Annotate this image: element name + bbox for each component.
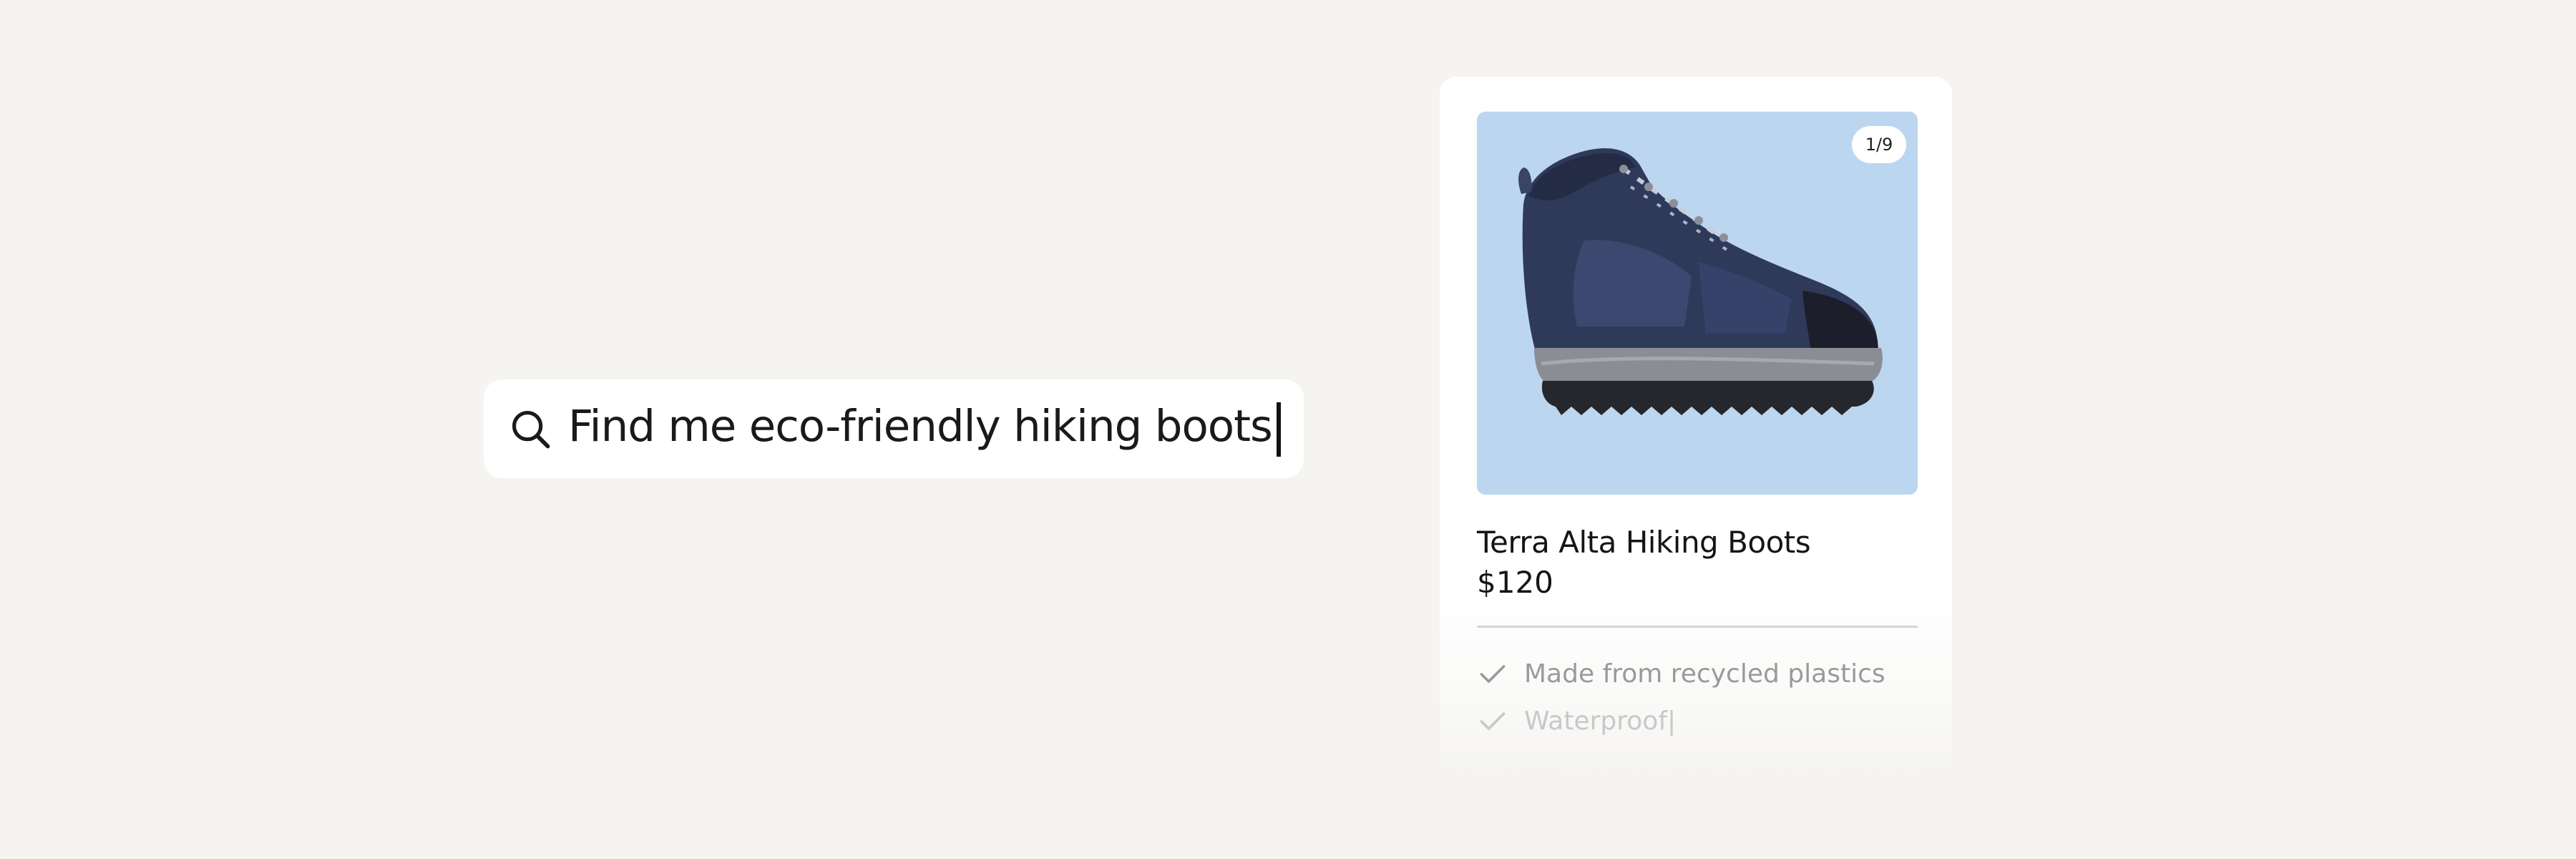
feature-item: Made from recycled plastics [1477, 658, 1885, 689]
feature-label: Made from recycled plastics [1524, 659, 1885, 689]
feature-label: Waterproof| [1524, 706, 1677, 736]
search-input[interactable]: Find me eco-friendly hiking boots [568, 401, 1281, 457]
check-icon [1480, 712, 1506, 730]
product-card[interactable]: 1/9 Terra Alta Hiking Boots $120 Made fr… [1440, 77, 1952, 778]
product-image[interactable]: 1/9 [1477, 112, 1918, 495]
search-bar[interactable]: Find me eco-friendly hiking boots [484, 379, 1304, 478]
product-price: $120 [1477, 565, 1553, 600]
search-icon [512, 410, 550, 449]
feature-item: Waterproof| [1477, 705, 1676, 737]
image-counter-badge: 1/9 [1852, 126, 1906, 163]
hiking-boot-image [1518, 148, 1883, 415]
text-caret [1276, 402, 1281, 457]
product-title[interactable]: Terra Alta Hiking Boots [1477, 525, 1811, 560]
search-query-text: Find me eco-friendly hiking boots [568, 401, 1273, 452]
check-icon [1480, 665, 1506, 683]
divider [1477, 626, 1918, 628]
